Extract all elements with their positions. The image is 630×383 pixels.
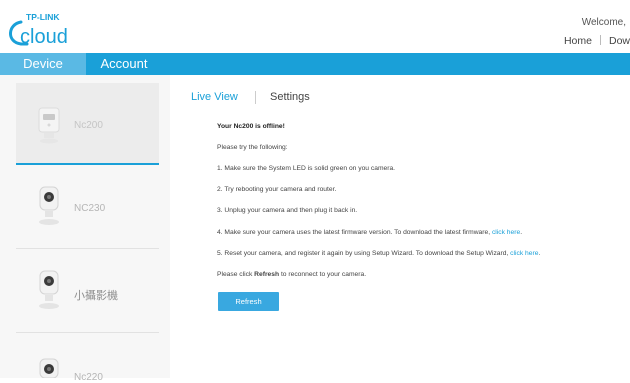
device-item-nc230[interactable]: NC230 <box>16 167 159 249</box>
step-4-text: 4. Make sure your camera uses the latest… <box>217 229 491 236</box>
divider <box>16 332 159 333</box>
device-sidebar: Nc200 NC230 小攝影機 Nc220 <box>0 75 170 383</box>
device-name: NC230 <box>74 203 106 214</box>
tab-settings[interactable]: Settings <box>270 91 310 103</box>
step-3: 3. Unplug your camera and then plug it b… <box>217 207 358 214</box>
refresh-button[interactable]: Refresh <box>218 292 279 311</box>
svg-text:cloud: cloud <box>20 26 68 48</box>
link-separator <box>599 35 601 45</box>
step-5-text: 5. Reset your camera, and register it ag… <box>217 250 509 257</box>
device-item-nc200[interactable]: Nc200 <box>16 83 159 165</box>
top-links: Home Dow <box>564 35 630 47</box>
device-item-mini-camera[interactable]: 小攝影機 <box>16 251 159 333</box>
step-4: 4. Make sure your camera uses the latest… <box>217 229 522 236</box>
offline-title: Your Nc200 is offline! <box>217 123 285 130</box>
device-item-nc220[interactable]: Nc220 <box>16 335 159 383</box>
tab-live-view[interactable]: Live View <box>191 91 238 103</box>
main-nav: Device Account <box>0 53 630 75</box>
home-link[interactable]: Home <box>564 35 592 47</box>
welcome-text: Welcome, <box>581 17 626 28</box>
step-2: 2. Try rebooting your camera and router. <box>217 186 337 193</box>
step-1: 1. Make sure the System LED is solid gre… <box>217 165 396 172</box>
device-name: 小攝影機 <box>74 290 118 302</box>
device-content: Live View Settings Your Nc200 is offline… <box>170 75 630 378</box>
refresh-note-post: to reconnect to your camera. <box>280 271 367 278</box>
refresh-note: Please click Refresh to reconnect to you… <box>217 271 366 278</box>
camera-icon <box>38 107 60 144</box>
refresh-note-pre: Please click <box>217 271 253 278</box>
intro-text: Please try the following: <box>217 144 288 151</box>
camera-icon <box>39 186 59 225</box>
setup-wizard-download-link[interactable]: click here <box>510 250 538 257</box>
download-link[interactable]: Dow <box>609 35 630 47</box>
tab-separator <box>255 91 256 104</box>
tp-link-cloud-logo[interactable]: TP-LINK cloud <box>4 8 84 48</box>
refresh-note-bold: Refresh <box>254 271 280 278</box>
step-4-end: . <box>520 229 523 236</box>
device-name: Nc200 <box>74 120 103 131</box>
step-5-end: . <box>538 250 541 257</box>
tab-account[interactable]: Account <box>86 53 162 75</box>
divider <box>16 248 159 249</box>
camera-icon <box>39 358 59 378</box>
firmware-download-link[interactable]: click here <box>492 229 520 236</box>
step-5: 5. Reset your camera, and register it ag… <box>217 250 540 257</box>
camera-icon <box>39 270 59 309</box>
top-header: TP-LINK cloud Welcome, Home Dow <box>0 0 630 53</box>
tab-device[interactable]: Device <box>0 53 86 75</box>
svg-text:TP-LINK: TP-LINK <box>26 12 60 22</box>
